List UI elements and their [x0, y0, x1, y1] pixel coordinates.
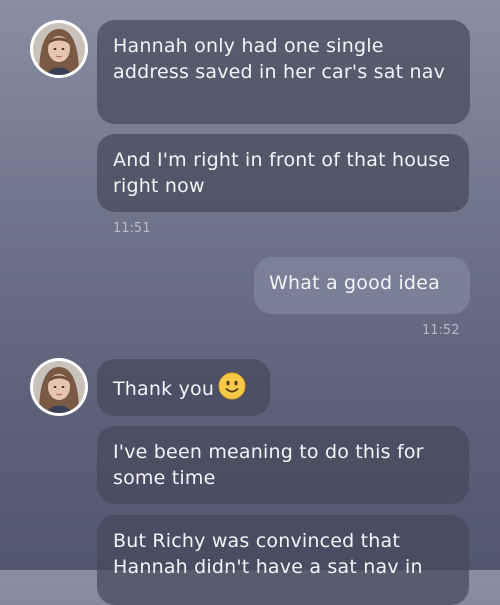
message-text: I've been meaning to do this for some ti…	[113, 441, 424, 489]
message-bubble-outgoing[interactable]: What a good idea	[254, 257, 470, 314]
contact-avatar[interactable]	[30, 358, 88, 416]
message-bubble[interactable]: But Richy was convinced that Hannah didn…	[97, 515, 469, 605]
slightly-smiling-face-icon	[218, 372, 246, 407]
avatar-portrait-icon	[33, 361, 85, 413]
message-bubble[interactable]: Hannah only had one single address saved…	[97, 20, 470, 124]
message-timestamp: 11:52	[422, 323, 460, 338]
message-bubble[interactable]: I've been meaning to do this for some ti…	[97, 426, 469, 504]
message-bubble[interactable]: Thank you	[97, 359, 270, 416]
message-timestamp: 11:51	[113, 221, 151, 236]
message-text: And I'm right in front of that house rig…	[113, 149, 451, 197]
avatar-portrait-icon	[33, 23, 85, 75]
message-text: But Richy was convinced that Hannah didn…	[113, 530, 423, 578]
message-text: Hannah only had one single address saved…	[113, 35, 446, 83]
chat-thread: Hannah only had one single address saved…	[0, 0, 500, 605]
message-bubble[interactable]: And I'm right in front of that house rig…	[97, 134, 469, 212]
message-text: What a good idea	[269, 272, 440, 294]
contact-avatar[interactable]	[30, 20, 88, 78]
message-text: Thank you	[113, 378, 215, 400]
